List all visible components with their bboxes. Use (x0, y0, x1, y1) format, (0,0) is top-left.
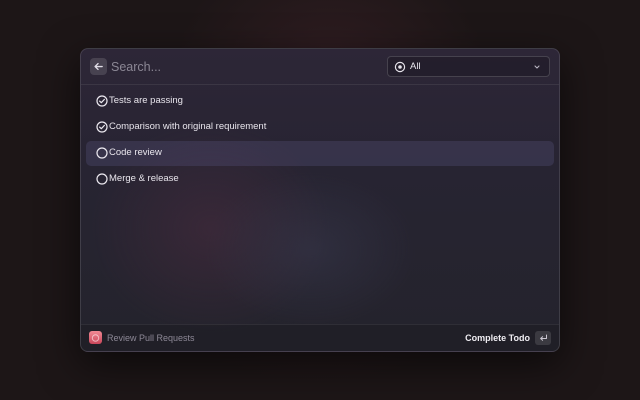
empty-circle-icon (96, 147, 108, 159)
list-item-selected[interactable]: Code review (86, 141, 554, 166)
checkmark-circle-icon (96, 121, 108, 133)
filter-dropdown[interactable]: All (387, 56, 550, 77)
search-bar: All (81, 49, 559, 85)
app-icon (89, 331, 102, 344)
command-name: Review Pull Requests (107, 333, 195, 343)
empty-circle-icon (96, 173, 108, 185)
list-item-label: Tests are passing (109, 95, 183, 106)
command-window: All Tests are passing Comparison with or… (80, 48, 560, 352)
back-button[interactable] (90, 58, 107, 75)
enter-key-button[interactable] (535, 331, 551, 345)
complete-todo-button[interactable]: Complete Todo (465, 333, 530, 343)
filter-selected-value: All (410, 61, 421, 72)
enter-key-icon (539, 334, 547, 341)
search-input[interactable] (111, 57, 361, 77)
list-item[interactable]: Merge & release (86, 167, 554, 192)
list-item[interactable]: Comparison with original requirement (86, 115, 554, 140)
list-item-label: Comparison with original requirement (109, 121, 267, 132)
checkmark-circle-icon (96, 95, 108, 107)
list-item[interactable]: Tests are passing (86, 89, 554, 114)
todo-list: Tests are passing Comparison with origin… (81, 89, 559, 193)
target-icon (394, 61, 406, 73)
chevron-down-icon (534, 65, 540, 69)
list-item-label: Code review (109, 147, 162, 158)
action-bar: Review Pull Requests Complete Todo (81, 324, 559, 351)
pull-request-app-icon (91, 334, 100, 342)
arrow-left-icon (94, 62, 103, 71)
list-item-label: Merge & release (109, 173, 179, 184)
